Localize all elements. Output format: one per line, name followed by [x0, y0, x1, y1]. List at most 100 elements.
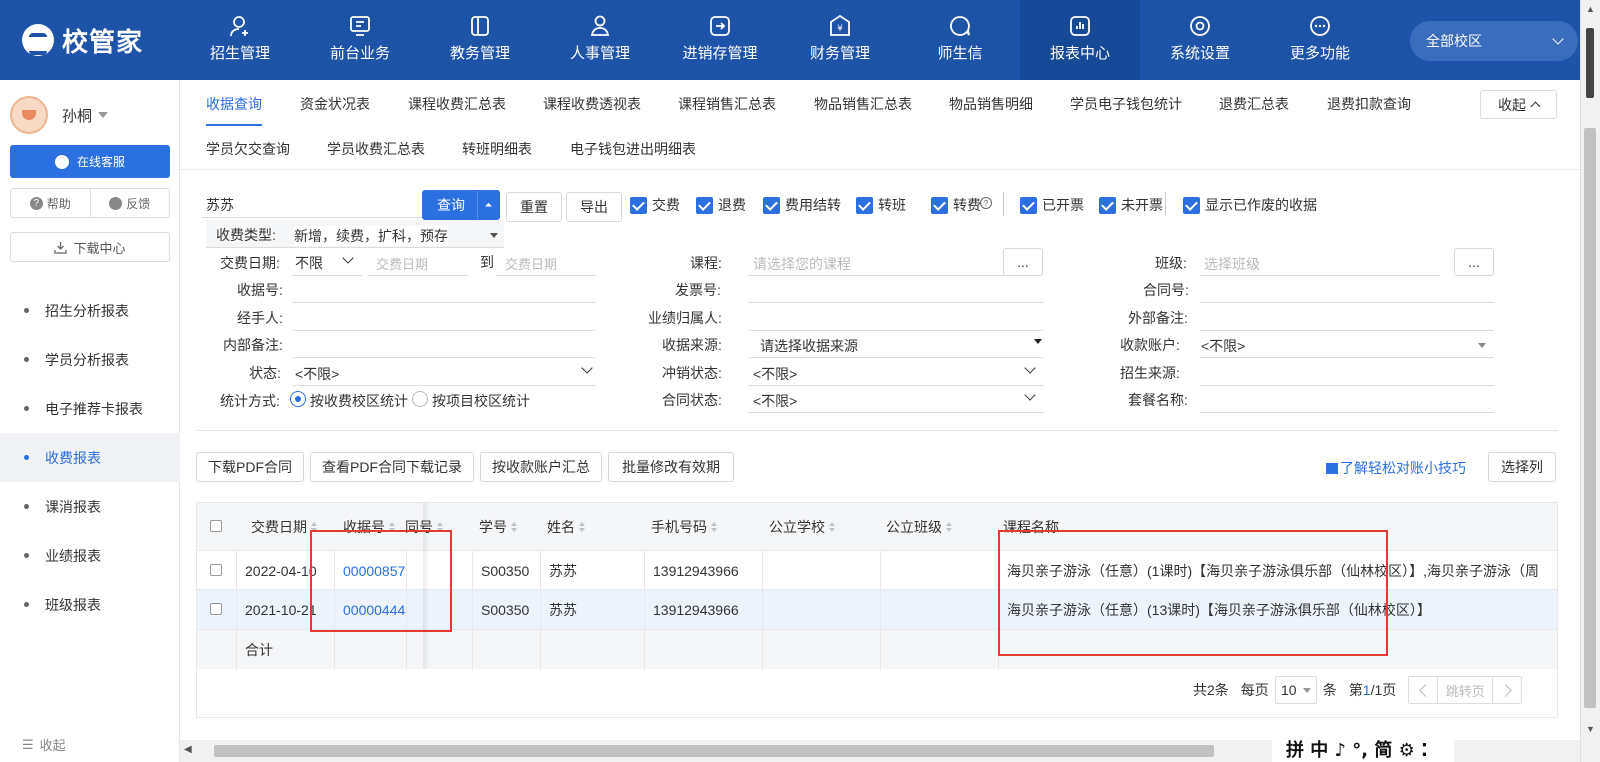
column-header[interactable]: 收据号 — [343, 503, 395, 550]
vertical-scrollbar[interactable]: ▲ ▼ — [1580, 0, 1600, 762]
writeoff-select[interactable]: <不限> — [753, 364, 797, 384]
ext-note-input[interactable] — [1200, 330, 1494, 331]
int-note-input[interactable] — [292, 357, 596, 358]
tab-report[interactable]: 退费汇总表 — [1219, 94, 1289, 114]
tab-report[interactable]: 物品销售汇总表 — [814, 94, 912, 114]
table-row[interactable]: 2022-04-10 00000857 S00350 苏苏 13912943966 海贝亲… — [197, 550, 1557, 591]
tab-report[interactable]: 学员欠交查询 — [206, 139, 290, 159]
column-header[interactable]: 学号 — [479, 503, 517, 550]
nav-more[interactable]: 更多功能 — [1260, 0, 1380, 80]
stat-radio-project[interactable] — [412, 391, 428, 407]
sidebar-item[interactable]: 学员分析报表 — [0, 335, 180, 384]
handler-input[interactable] — [292, 330, 596, 331]
course-input[interactable]: 请选择您的课程 — [753, 254, 851, 274]
class-input[interactable]: 选择班级 — [1204, 254, 1260, 274]
export-button[interactable]: 导出 — [566, 192, 622, 222]
online-service-button[interactable]: 在线客服 — [10, 145, 170, 178]
brand-logo[interactable]: 校管家 — [22, 22, 143, 58]
pdf-records-button[interactable]: 查看PDF合同下载记录 — [310, 452, 474, 482]
fee-type-select[interactable]: 收费类型: 新增，续费，扩科，预存 — [206, 220, 504, 248]
filter-checkbox[interactable]: 已开票 — [1020, 195, 1084, 215]
download-center-button[interactable]: 下载中心 — [10, 232, 170, 262]
horizontal-scroll-thumb[interactable] — [214, 745, 1214, 757]
tips-link[interactable]: 了解轻松对账小技巧 — [1326, 458, 1466, 478]
tab-report[interactable]: 电子钱包进出明细表 — [570, 139, 696, 159]
prev-page-button[interactable] — [1408, 676, 1439, 704]
date-end-input[interactable]: 交费日期 — [505, 254, 557, 273]
course-pick-button[interactable]: ... — [1003, 248, 1043, 276]
filter-checkbox[interactable]: 退费 — [696, 195, 746, 215]
download-pdf-button[interactable]: 下载PDF合同 — [196, 452, 304, 482]
fold-tabs-button[interactable]: 收起 — [1480, 90, 1557, 119]
table-row[interactable]: 2021-10-21 00000444 S00350 苏苏 13912943966 海贝亲… — [197, 589, 1557, 630]
owner-input[interactable] — [748, 330, 1044, 331]
batch-edit-button[interactable]: 批量修改有效期 — [608, 452, 734, 482]
ime-toolbar[interactable]: 拼 中 ♪ °, 简 ⚙ ⁚ — [1272, 736, 1454, 762]
per-page-select[interactable]: 10 — [1274, 676, 1317, 704]
recruit-input[interactable] — [1200, 385, 1494, 386]
choose-columns-button[interactable]: 选择列 — [1488, 452, 1556, 482]
package-input[interactable] — [1200, 412, 1494, 413]
query-button[interactable]: 查询 ⏶ — [422, 190, 500, 220]
receipt-input[interactable] — [292, 302, 596, 303]
column-header[interactable]: 交费日期 — [251, 503, 317, 550]
nav-settings[interactable]: 系统设置 — [1140, 0, 1260, 80]
feedback-button[interactable]: 反馈 — [91, 189, 170, 217]
invoice-input[interactable] — [748, 302, 1044, 303]
tab-report[interactable]: 转班明细表 — [462, 139, 532, 159]
tab-report[interactable]: 收据查询 — [206, 94, 262, 126]
reset-button[interactable]: 重置 — [506, 192, 562, 222]
column-header[interactable]: 公立班级 — [886, 503, 952, 550]
tab-report[interactable]: 物品销售明细 — [949, 94, 1033, 114]
select-all-checkbox[interactable] — [210, 520, 222, 532]
filter-checkbox[interactable]: 交费 — [630, 195, 680, 215]
nav-yen[interactable]: ¥ 财务管理 — [780, 0, 900, 80]
campus-select[interactable]: 全部校区 — [1410, 21, 1578, 61]
column-header[interactable]: 公立学校 — [769, 503, 835, 550]
tab-report[interactable]: 资金状况表 — [300, 94, 370, 114]
filter-checkbox[interactable]: 转班 — [856, 195, 906, 215]
tab-report[interactable]: 课程销售汇总表 — [678, 94, 776, 114]
sidebar-item[interactable]: 招生分析报表 — [0, 286, 180, 335]
tab-report[interactable]: 退费扣款查询 — [1327, 94, 1411, 114]
nav-book[interactable]: 教务管理 — [420, 0, 540, 80]
filter-checkbox[interactable]: 显示已作废的收据 — [1183, 195, 1317, 215]
by-account-button[interactable]: 按收款账户汇总 — [480, 452, 602, 482]
nav-chart[interactable]: 报表中心 — [1020, 0, 1140, 80]
stat-radio-campus[interactable] — [290, 391, 306, 407]
filter-checkbox[interactable]: 费用结转 — [763, 195, 841, 215]
nav-chat[interactable]: 师生信 — [900, 0, 1020, 80]
user-menu[interactable]: 孙桐 — [10, 96, 109, 134]
tab-report[interactable]: 课程收费透视表 — [543, 94, 641, 114]
tab-report[interactable]: 学员收费汇总表 — [327, 139, 425, 159]
filter-checkbox[interactable]: 未开票 — [1099, 195, 1163, 215]
tab-report[interactable]: 课程收费汇总表 — [408, 94, 506, 114]
contract-status-select[interactable]: <不限> — [753, 391, 797, 411]
contract-input[interactable] — [1200, 302, 1494, 303]
sidebar-item[interactable]: 课消报表 — [0, 482, 180, 531]
search-input[interactable]: 苏苏 — [206, 195, 234, 215]
sidebar-item[interactable]: 电子推荐卡报表 — [0, 384, 180, 433]
nav-user-plus[interactable]: 招生管理 — [180, 0, 300, 80]
vertical-scroll-thumb[interactable] — [1584, 128, 1596, 708]
nav-monitor[interactable]: 前台业务 — [300, 0, 420, 80]
date-start-input[interactable]: 交费日期 — [376, 254, 428, 273]
help-circle-icon[interactable]: ? — [980, 197, 992, 209]
source-select[interactable]: 请选择收据来源 — [760, 336, 858, 356]
jump-page-input[interactable]: 跳转页 — [1437, 676, 1494, 704]
next-page-button[interactable] — [1492, 676, 1523, 704]
class-pick-button[interactable]: ... — [1454, 248, 1494, 276]
sidebar-item[interactable]: 收费报表 — [0, 433, 180, 482]
sidebar-collapse-button[interactable]: ☰ 收起 — [22, 735, 66, 754]
nav-person[interactable]: 人事管理 — [540, 0, 660, 80]
tab-report[interactable]: 学员电子钱包统计 — [1070, 94, 1182, 114]
account-select[interactable]: <不限> — [1201, 336, 1245, 356]
column-header[interactable]: 课程名称 — [1003, 503, 1059, 550]
cell-receipt[interactable]: 00000857 — [335, 551, 407, 591]
sidebar-item[interactable]: 班级报表 — [0, 580, 180, 629]
cell-receipt[interactable]: 00000444 — [335, 590, 407, 630]
column-header[interactable]: 姓名 — [547, 503, 585, 550]
status-select[interactable]: <不限> — [295, 364, 339, 384]
help-button[interactable]: ? 帮助 — [11, 189, 91, 217]
column-header[interactable]: 手机号码 — [651, 503, 717, 550]
